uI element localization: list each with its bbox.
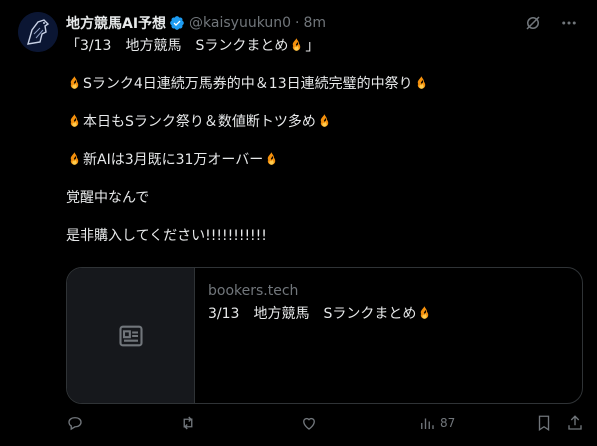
- views-chart-icon: [421, 418, 434, 429]
- horse-logo-icon: [18, 12, 58, 52]
- fire-emoji-icon: [317, 113, 332, 128]
- tweet-line: 新AIは3月既に31万オーバー: [66, 151, 576, 170]
- author-handle[interactable]: @kaisyuukun0: [189, 15, 291, 31]
- share-icon: [568, 415, 582, 430]
- like-button[interactable]: [300, 414, 318, 432]
- tweet-line: 覚醒中なんで: [66, 189, 576, 208]
- tweet-line: 「3/13 地方競馬 Sランクまとめ」: [66, 37, 576, 56]
- retweet-button[interactable]: [179, 414, 197, 432]
- fire-emoji-icon: [67, 151, 82, 166]
- reply-button[interactable]: [66, 414, 84, 432]
- tweet-line-text: 新AIは3月既に31万オーバー: [83, 152, 264, 168]
- fire-emoji-icon: [67, 75, 82, 90]
- tweet-actions: 87: [66, 412, 583, 434]
- fire-emoji-icon: [289, 37, 304, 52]
- avatar[interactable]: [18, 12, 58, 52]
- tweet-line-text: Sランク4日連続万馬券的中＆13日連続完璧的中祭り: [83, 76, 413, 92]
- card-title: 3/13 地方競馬 Sランクまとめ: [208, 305, 570, 324]
- views-button[interactable]: 87: [418, 414, 455, 432]
- link-card[interactable]: bookers.tech 3/13 地方競馬 Sランクまとめ: [66, 267, 583, 404]
- fire-emoji-icon: [417, 305, 432, 320]
- timestamp[interactable]: 8m: [304, 15, 327, 31]
- card-domain: bookers.tech: [208, 283, 299, 299]
- heart-icon: [303, 417, 315, 430]
- tweet-line: 是非購入してください!!!!!!!!!!!: [66, 227, 576, 246]
- tweet-line-text: 本日もSランク祭り＆数値断トツ多め: [83, 114, 316, 130]
- reply-icon: [68, 417, 82, 431]
- views-count: 87: [440, 416, 456, 430]
- author-name[interactable]: 地方競馬AI予想: [66, 13, 166, 33]
- tweet-line: Sランク4日連続万馬券的中＆13日連続完璧的中祭り: [66, 75, 576, 94]
- card-thumbnail: [67, 268, 195, 403]
- tweet-header: 地方競馬AI予想 @kaisyuukun0 · 8m: [66, 13, 579, 33]
- tweet-line-text: 覚醒中なんで: [66, 190, 150, 206]
- tweet-line-text: 是非購入してください!!!!!!!!!!!: [66, 228, 267, 244]
- retweet-icon: [183, 416, 193, 430]
- fire-emoji-icon: [264, 151, 279, 166]
- fire-emoji-icon: [414, 75, 429, 90]
- bookmark-button[interactable]: [535, 414, 553, 432]
- separator-dot: ·: [295, 15, 300, 31]
- article-icon: [118, 325, 143, 346]
- share-button[interactable]: [566, 414, 584, 432]
- grok-icon[interactable]: [523, 13, 543, 33]
- tweet-line-suffix: 」: [305, 38, 320, 54]
- bookmark-icon: [538, 415, 550, 432]
- tweet-line-text: 「3/13 地方競馬 Sランクまとめ: [66, 38, 289, 54]
- tweet-text: 「3/13 地方競馬 Sランクまとめ」 Sランク4日連続万馬券的中＆13日連続完璧…: [66, 37, 576, 246]
- tweet-line: 本日もSランク祭り＆数値断トツ多め: [66, 113, 576, 132]
- fire-emoji-icon: [67, 113, 82, 128]
- more-options-icon[interactable]: [559, 13, 579, 33]
- verified-badge-icon: [169, 15, 185, 31]
